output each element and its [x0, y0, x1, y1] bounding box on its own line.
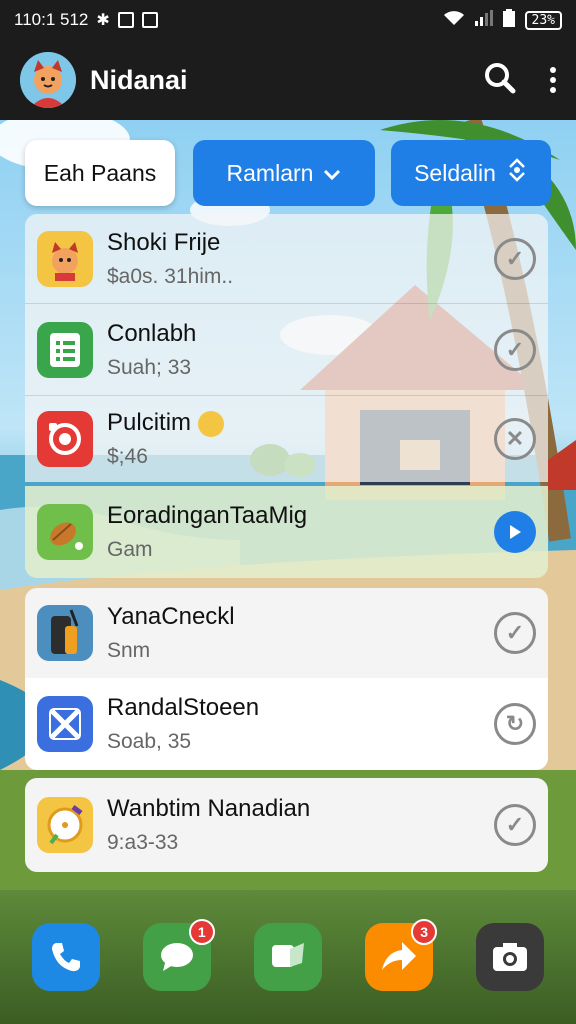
check-icon[interactable]: ✓ — [494, 328, 536, 371]
notification-badge: 1 — [188, 919, 215, 945]
filter-chip-label: Ramlarn — [226, 159, 314, 186]
item-title: Pulcitim — [107, 409, 224, 437]
wifi-icon — [443, 10, 465, 31]
cat-app-icon — [37, 230, 93, 287]
item-title: Shoki Frije — [107, 228, 221, 256]
item-subtitle: $;46 — [107, 445, 148, 468]
camera-icon[interactable] — [476, 923, 545, 991]
notification-icon — [117, 12, 134, 28]
item-subtitle: 9:a3-33 — [107, 831, 179, 854]
list-item[interactable]: RandalStoeen Soab, 35 ↻ — [25, 678, 548, 770]
search-icon[interactable] — [484, 62, 516, 99]
app-bar: Nidanai — [0, 40, 576, 120]
item-subtitle: $a0s. 31him.. — [107, 264, 234, 288]
list-item[interactable]: Wanbtim Nanadian 9:a3-33 ✓ — [25, 778, 548, 872]
filter-dropdown-ramlarn[interactable]: Ramlarn — [193, 140, 375, 206]
check-icon[interactable]: ✓ — [494, 612, 536, 654]
list-item[interactable]: Pulcitim $;46 ✕ — [25, 396, 548, 482]
phone-tool-app-icon — [37, 605, 93, 661]
list-item[interactable]: YanaCneckl Snm ✓ — [25, 588, 548, 678]
more-options-icon[interactable] — [550, 67, 556, 93]
item-subtitle: Snm — [107, 639, 151, 662]
filter-bar: Eah Paans Ramlarn Seldalin — [25, 140, 551, 206]
avatar[interactable] — [20, 52, 76, 108]
item-subtitle: Soab, 35 — [107, 730, 192, 753]
list-item[interactable]: Shoki Frije $a0s. 31him.. ✓ — [25, 214, 548, 304]
item-subtitle: Gam — [107, 538, 153, 561]
messages-icon[interactable]: 1 — [142, 919, 215, 991]
chat-icon[interactable] — [253, 923, 322, 991]
battery-indicator: 23% — [524, 10, 562, 30]
yellow-app-icon — [37, 797, 93, 853]
notification-badge: 3 — [411, 919, 438, 945]
list-item[interactable]: Conlabh Suah; 33 ✓ — [25, 304, 548, 396]
battery-small-icon — [502, 8, 515, 32]
check-icon[interactable]: ✓ — [494, 237, 536, 280]
check-icon[interactable]: ✕ — [494, 418, 536, 460]
item-title: RandalStoeen — [107, 694, 260, 721]
bluetooth-icon: ✱ — [96, 12, 110, 29]
share-icon[interactable]: 3 — [365, 919, 438, 991]
item-title: YanaCneckl — [107, 603, 235, 630]
camera-app-icon — [37, 411, 93, 467]
x-app-icon — [37, 696, 93, 752]
filter-sort-seldalin[interactable]: Seldalin — [391, 140, 551, 206]
item-title: EoradinganTaaMig — [107, 502, 308, 529]
phone-icon[interactable] — [31, 923, 100, 991]
sort-arrows-icon — [506, 157, 528, 189]
emoji-badge-icon — [197, 410, 224, 437]
filter-chip-label: Eah Paans — [43, 159, 157, 186]
item-title: Wanbtim Nanadian — [107, 795, 311, 822]
notes-app-icon — [37, 321, 93, 378]
refresh-icon[interactable]: ↻ — [494, 703, 536, 745]
filter-chip-label: Seldalin — [414, 159, 496, 186]
app-title: Nidanai — [90, 64, 188, 95]
app-dock: 1 3 — [0, 890, 576, 1024]
signal-icon — [474, 9, 493, 31]
item-subtitle: Suah; 33 — [107, 355, 192, 379]
cat-avatar-icon — [20, 52, 76, 108]
check-icon[interactable]: ✓ — [494, 804, 536, 846]
food-app-icon — [37, 504, 93, 560]
filter-chip-all[interactable]: Eah Paans — [25, 140, 175, 206]
status-time: 110:1 512 — [14, 10, 89, 29]
status-bar: 110:1 512 ✱ 23% — [0, 0, 576, 40]
play-icon[interactable] — [494, 511, 536, 553]
item-title: Conlabh — [107, 319, 197, 347]
list-item[interactable]: EoradinganTaaMig Gam — [25, 486, 548, 578]
notification-icon-2 — [141, 12, 158, 28]
chevron-down-icon — [323, 160, 341, 187]
